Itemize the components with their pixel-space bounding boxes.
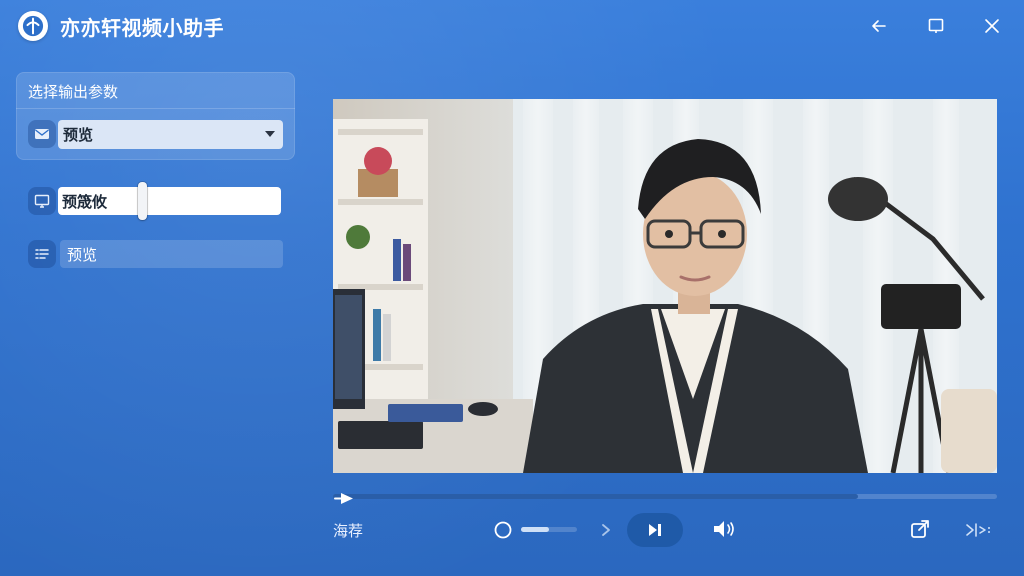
volume-icon: [714, 521, 734, 537]
app-logo-icon: [18, 11, 48, 41]
maximize-button[interactable]: [922, 12, 950, 40]
back-button[interactable]: [865, 12, 893, 40]
field-value: 预览: [67, 245, 98, 264]
app-window: 亦亦轩视频小助手 选择输出参数 预览 预筬攸 预览 海荐: [0, 0, 1024, 576]
share-button[interactable]: [907, 517, 933, 541]
mini-slider-fill: [521, 527, 549, 532]
exit-button[interactable]: [963, 519, 993, 541]
progress-track[interactable]: [333, 494, 997, 499]
app-title: 亦亦轩视频小助手: [60, 16, 224, 40]
list-icon: [28, 240, 56, 268]
preview-field[interactable]: 预览: [60, 240, 283, 268]
monitor-icon: [28, 187, 56, 215]
next-button[interactable]: [598, 521, 614, 539]
window-icon: [928, 18, 944, 33]
progress-fill: [333, 494, 858, 499]
back-arrow-icon: [872, 20, 886, 32]
panel-title: 选择输出参数: [28, 83, 119, 101]
circle-button[interactable]: [492, 519, 514, 541]
bottom-label[interactable]: 海荐: [333, 520, 363, 541]
chevron-right-icon: [602, 524, 610, 536]
input-value: 预筬攸: [62, 192, 108, 211]
preview-text-input[interactable]: 预筬攸: [58, 187, 281, 215]
title-bar: 亦亦轩视频小助手: [0, 0, 1024, 52]
close-icon: [985, 19, 999, 33]
video-preview[interactable]: [333, 99, 997, 473]
divider: [16, 108, 295, 109]
circle-icon: [494, 521, 512, 539]
video-frame-image: [333, 99, 997, 473]
volume-button[interactable]: [710, 517, 738, 541]
chevron-down-icon: [265, 131, 275, 137]
mail-icon: [28, 120, 56, 148]
mini-slider-track[interactable]: [521, 527, 577, 532]
play-button[interactable]: [627, 513, 683, 547]
progress-knob[interactable]: [333, 490, 355, 504]
output-select[interactable]: 预览: [58, 120, 283, 149]
select-value: 预览: [63, 126, 94, 144]
close-button[interactable]: [978, 12, 1006, 40]
share-icon: [911, 520, 929, 538]
exit-icon: [966, 523, 990, 537]
slider-handle[interactable]: [138, 182, 147, 220]
play-next-icon: [649, 524, 661, 536]
